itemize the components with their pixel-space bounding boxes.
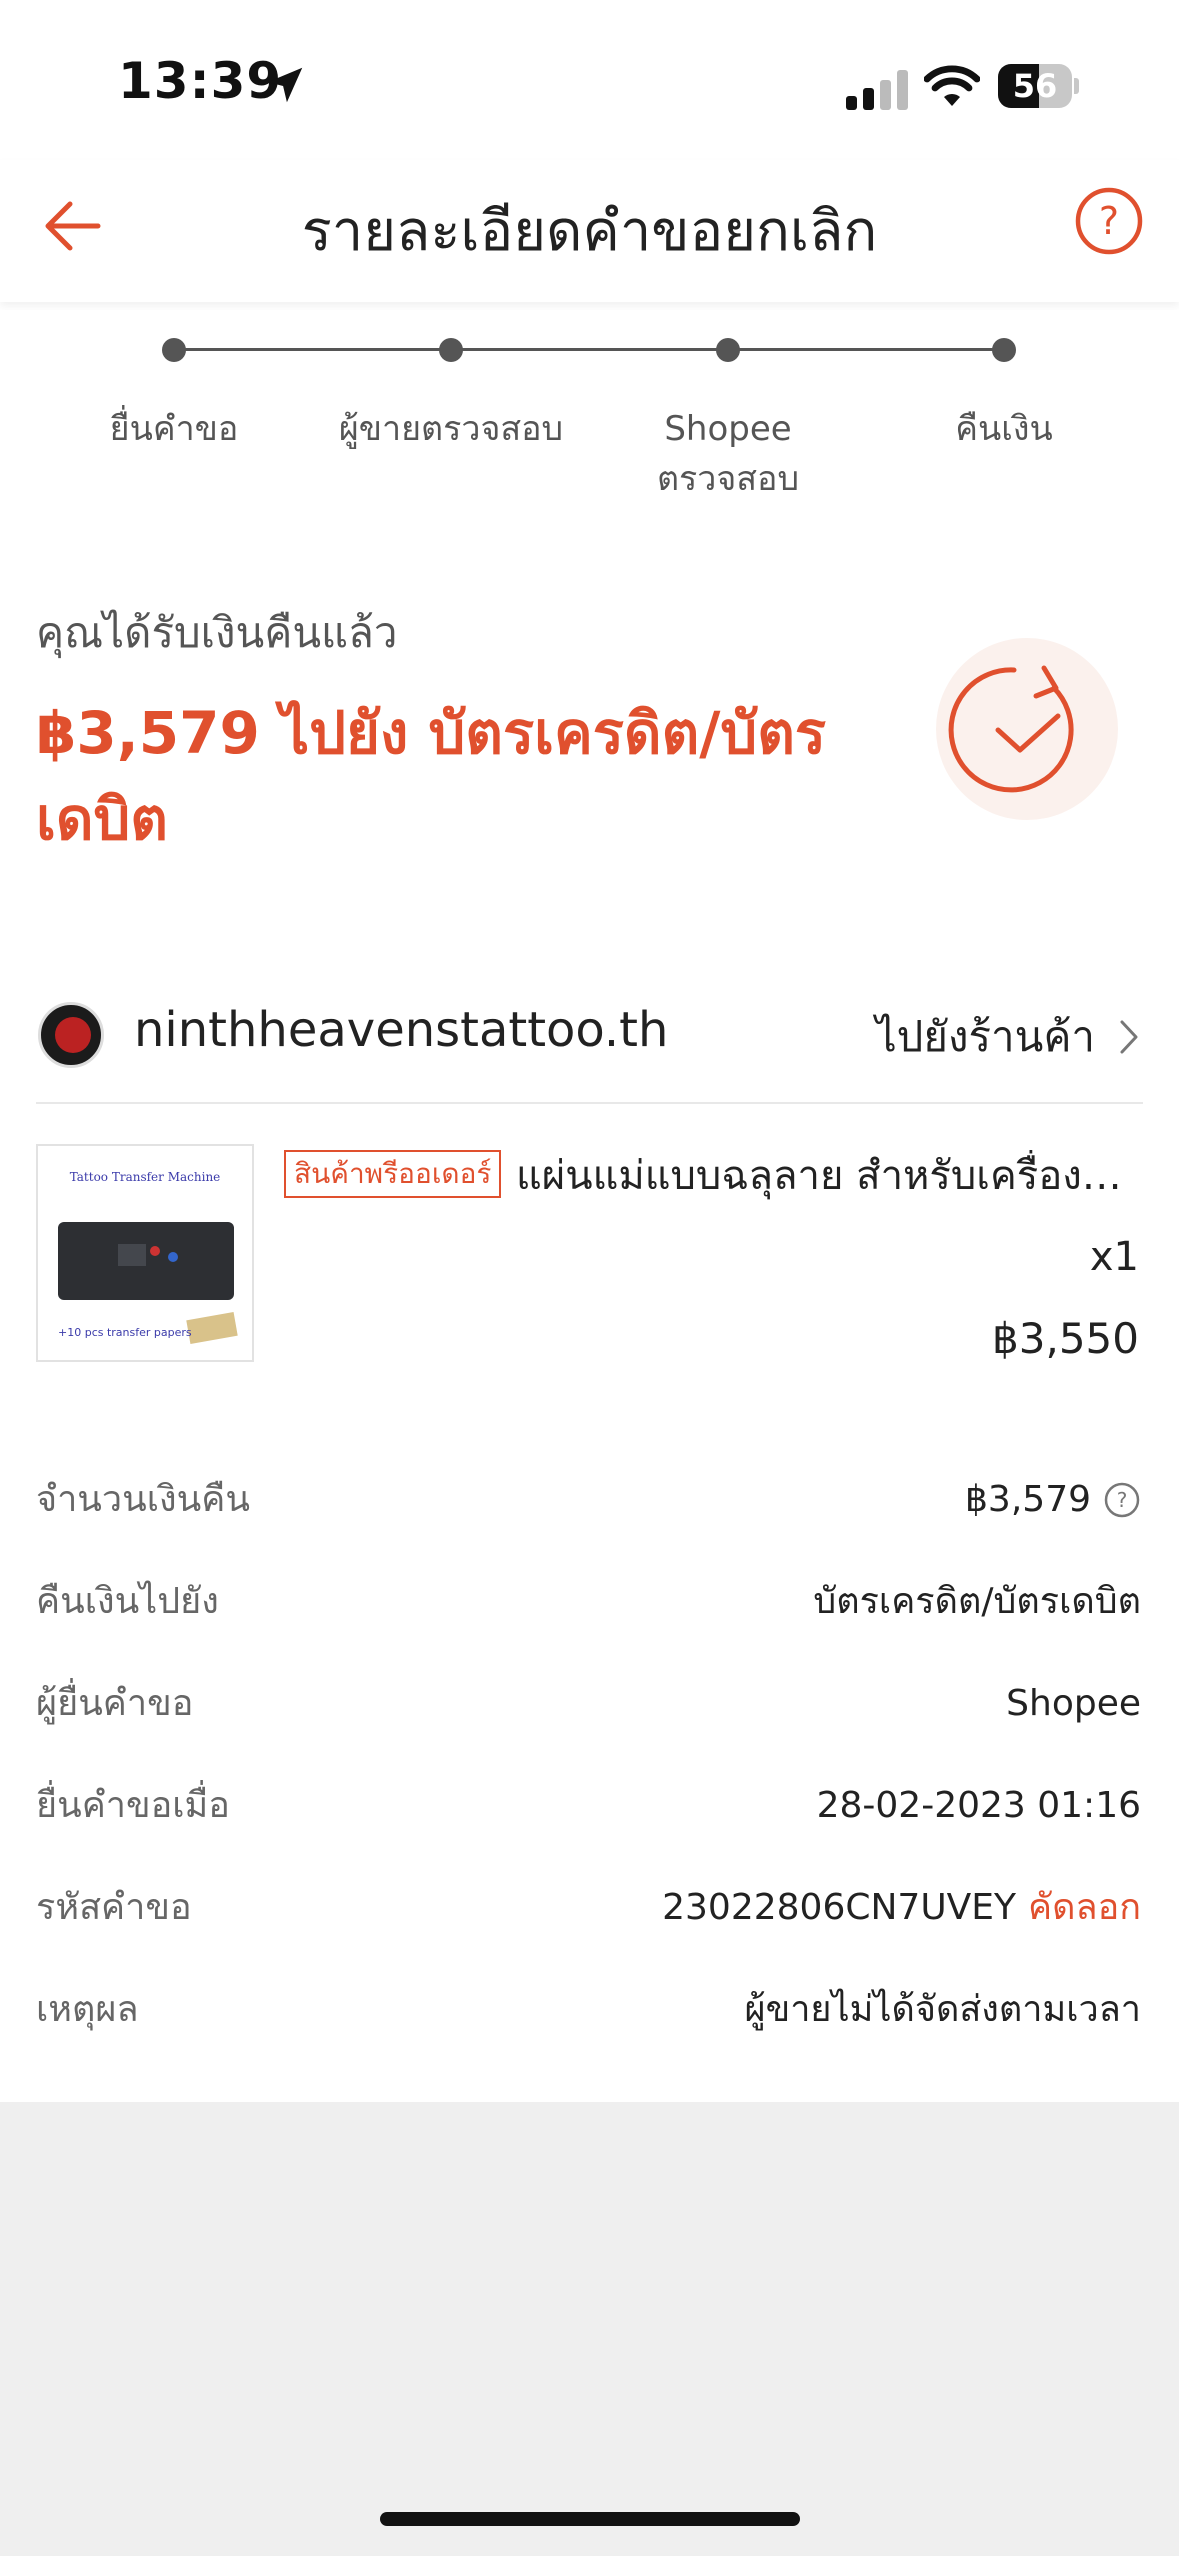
battery-percent: 56	[1012, 67, 1058, 105]
info-row-request-id: รหัสคำขอ 23022806CN7UVEY คัดลอก	[0, 1878, 1179, 1938]
wifi-icon	[924, 65, 980, 106]
page-title: รายละเอียดคำขอยกเลิก	[301, 199, 878, 264]
location-arrow-icon	[267, 67, 303, 103]
svg-text:?: ?	[1117, 1488, 1128, 1512]
step-dot	[439, 338, 463, 362]
shop-avatar[interactable]	[38, 1002, 104, 1068]
info-label: เหตุผล	[36, 1989, 139, 2030]
step-label-seller-review: ผู้ขายตรวจสอบ	[338, 409, 564, 449]
info-row-reason: เหตุผล ผู้ขายไม่ได้จัดส่งตามเวลา	[0, 1980, 1179, 2040]
go-to-shop-link[interactable]: ไปยังร้านค้า	[876, 1004, 1139, 1070]
shop-row[interactable]: ninthheavenstattoo.th ไปยังร้านค้า	[0, 962, 1179, 1102]
battery-icon: 56	[998, 64, 1079, 108]
refund-heading: คุณได้รับเงินคืนแล้ว	[36, 608, 398, 657]
copy-button[interactable]: คัดลอก	[1028, 1878, 1141, 1938]
svg-text:?: ?	[1099, 199, 1119, 243]
product-price: ฿3,550	[992, 1314, 1139, 1363]
question-circle-icon[interactable]: ?	[1074, 186, 1144, 256]
progress-stepper: ยื่นคำขอ ผู้ขายตรวจสอบ Shopee ตรวจสอบ คื…	[0, 310, 1179, 520]
refund-detail-card: ninthheavenstattoo.th ไปยังร้านค้า Tatto…	[0, 962, 1179, 2102]
info-value: ผู้ขายไม่ได้จัดส่งตามเวลา	[744, 1989, 1141, 2030]
info-label: จำนวนเงินคืน	[36, 1479, 250, 1520]
step-label-shopee-review: Shopee ตรวจสอบ	[656, 409, 800, 499]
product-image-caption: +10 pcs transfer papers	[58, 1326, 192, 1339]
chevron-right-icon	[1120, 1020, 1138, 1054]
stepper-line	[174, 348, 1004, 351]
status-time: 13:39	[118, 52, 283, 110]
shop-name[interactable]: ninthheavenstattoo.th	[134, 1002, 668, 1058]
product-image-title: Tattoo Transfer Machine	[69, 1170, 221, 1184]
step-label-submit: ยื่นคำขอ	[109, 409, 239, 449]
transfer-paper-illustration	[186, 1312, 238, 1344]
step-dot	[162, 338, 186, 362]
refund-summary: คุณได้รับเงินคืนแล้ว ฿3,579 ไปยัง บัตรเค…	[0, 520, 1179, 926]
info-value: บัตรเครดิต/บัตรเดบิต	[813, 1581, 1141, 1622]
product-quantity: x1	[1089, 1234, 1139, 1280]
info-value: 28-02-2023 01:16	[816, 1785, 1141, 1826]
info-row-refund-to: คืนเงินไปยัง บัตรเครดิต/บัตรเดบิต	[0, 1572, 1179, 1632]
info-value: Shopee	[1006, 1683, 1141, 1724]
info-label: คืนเงินไปยัง	[36, 1581, 219, 1622]
request-id-value: 23022806CN7UVEY	[662, 1887, 1017, 1928]
refund-amount: ฿3,579 ไปยัง บัตรเครดิต/บัตรเดบิต	[36, 699, 827, 853]
info-row-refund-amount: จำนวนเงินคืน ฿3,579 ?	[0, 1470, 1179, 1530]
status-bar: 13:39 56	[0, 0, 1179, 160]
question-circle-icon[interactable]: ?	[1103, 1481, 1141, 1519]
product-name[interactable]: แผ่นแม่แบบฉลุลาย สำหรับเครื่องทำลายสักแบ…	[516, 1150, 1146, 1202]
info-row-requester: ผู้ยื่นคำขอ Shopee	[0, 1674, 1179, 1734]
step-dot	[992, 338, 1016, 362]
step-label-refund: คืนเงิน	[955, 409, 1053, 449]
refund-complete-badge	[936, 638, 1118, 820]
product-row[interactable]: Tattoo Transfer Machine +10 pcs transfer…	[0, 1104, 1179, 1364]
info-value: 23022806CN7UVEY คัดลอก	[662, 1878, 1141, 1938]
preorder-badge: สินค้าพรีออเดอร์	[284, 1150, 502, 1198]
info-row-requested-at: ยื่นคำขอเมื่อ 28-02-2023 01:16	[0, 1776, 1179, 1836]
info-value: ฿3,579 ?	[965, 1470, 1141, 1530]
machine-illustration	[58, 1222, 234, 1300]
info-label: ยื่นคำขอเมื่อ	[36, 1785, 230, 1826]
home-indicator[interactable]	[380, 2512, 800, 2526]
app-header: รายละเอียดคำขอยกเลิก ?	[0, 160, 1179, 302]
refresh-check-icon	[948, 665, 1074, 793]
refund-amount-value: ฿3,579	[965, 1479, 1091, 1520]
go-to-shop-label: ไปยังร้านค้า	[875, 1012, 1095, 1061]
cellular-signal-icon	[846, 70, 908, 110]
info-label: รหัสคำขอ	[36, 1887, 192, 1928]
product-image[interactable]: Tattoo Transfer Machine +10 pcs transfer…	[36, 1144, 254, 1362]
info-label: ผู้ยื่นคำขอ	[36, 1683, 194, 1724]
step-dot	[716, 338, 740, 362]
